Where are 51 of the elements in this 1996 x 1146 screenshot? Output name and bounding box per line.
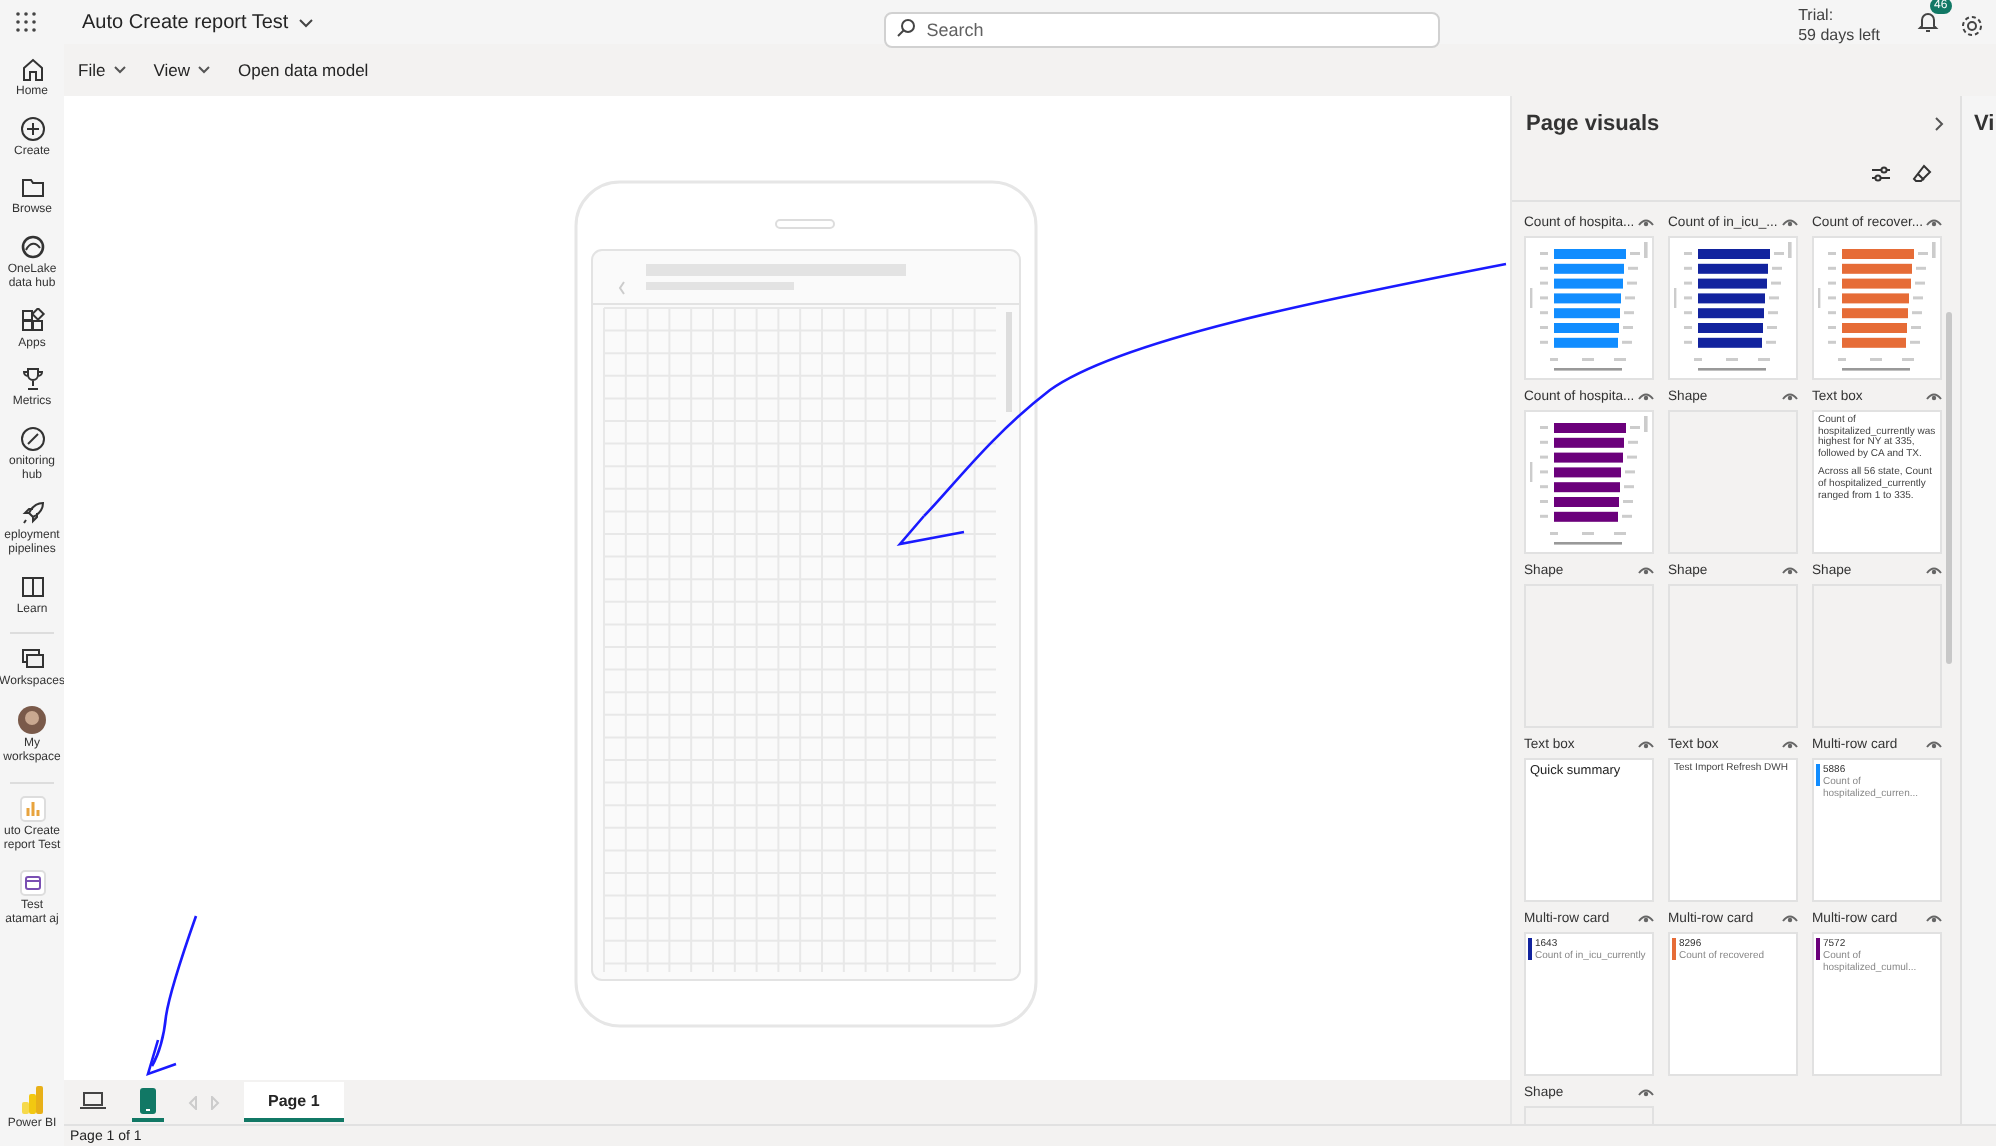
eye-icon[interactable] [1638, 391, 1654, 401]
rocket-icon [19, 499, 45, 525]
settings-icon[interactable] [1960, 14, 1984, 38]
apps-icon [19, 307, 45, 333]
eraser-icon[interactable] [1912, 164, 1932, 184]
menu-button[interactable]: Open data model [237, 60, 369, 80]
phone-icon [140, 1087, 156, 1113]
book-icon [19, 573, 45, 599]
menu-button[interactable]: View [153, 60, 210, 80]
bell-icon[interactable] [1916, 10, 1940, 34]
eye-icon[interactable] [1926, 565, 1942, 575]
panel-title: Page visuals [1526, 112, 1660, 136]
eye-icon[interactable] [1782, 391, 1798, 401]
swirl-icon [19, 233, 45, 259]
eye-icon[interactable] [1926, 913, 1942, 923]
menu-button[interactable]: File [78, 60, 126, 80]
gauge-icon [19, 425, 45, 451]
laptop-icon [79, 1091, 105, 1109]
search-field[interactable]: Search [884, 12, 1441, 48]
avatar-icon [18, 705, 46, 733]
datamart-icon [19, 869, 45, 895]
trophy-icon [19, 366, 45, 392]
chevron-right-icon[interactable] [1934, 116, 1944, 132]
eye-icon[interactable] [1782, 739, 1798, 749]
trial-text: 59 days left [1798, 26, 1880, 46]
home-icon [19, 56, 45, 82]
eye-icon[interactable] [1782, 217, 1798, 227]
stacked-windows-icon [19, 646, 45, 672]
bar-chart-icon [19, 795, 45, 821]
eye-icon[interactable] [1638, 217, 1654, 227]
page-tab[interactable]: Page 1 [244, 1082, 344, 1122]
eye-icon[interactable] [1638, 739, 1654, 749]
report-name-menu[interactable]: Auto Create report Test [82, 11, 315, 33]
eye-icon[interactable] [1782, 565, 1798, 575]
power-bi-logo-icon [21, 1085, 43, 1113]
scrollbar[interactable] [1946, 312, 1952, 664]
sliders-icon[interactable] [1870, 164, 1892, 184]
search-icon [896, 18, 917, 38]
eye-icon[interactable] [1638, 565, 1654, 575]
trial-text: Trial: [1798, 6, 1836, 26]
eye-icon[interactable] [1638, 913, 1654, 923]
folder-icon [19, 174, 45, 200]
chevron-down-icon [298, 17, 315, 27]
eye-icon[interactable] [1782, 913, 1798, 923]
eye-icon[interactable] [1926, 739, 1942, 749]
eye-icon[interactable] [1926, 217, 1942, 227]
side-tab[interactable]: Vi [1960, 96, 1996, 1124]
eye-icon[interactable] [1926, 391, 1942, 401]
app-launcher-icon[interactable] [16, 11, 38, 33]
eye-icon[interactable] [1638, 1087, 1654, 1097]
plus-circle-icon [19, 115, 45, 141]
